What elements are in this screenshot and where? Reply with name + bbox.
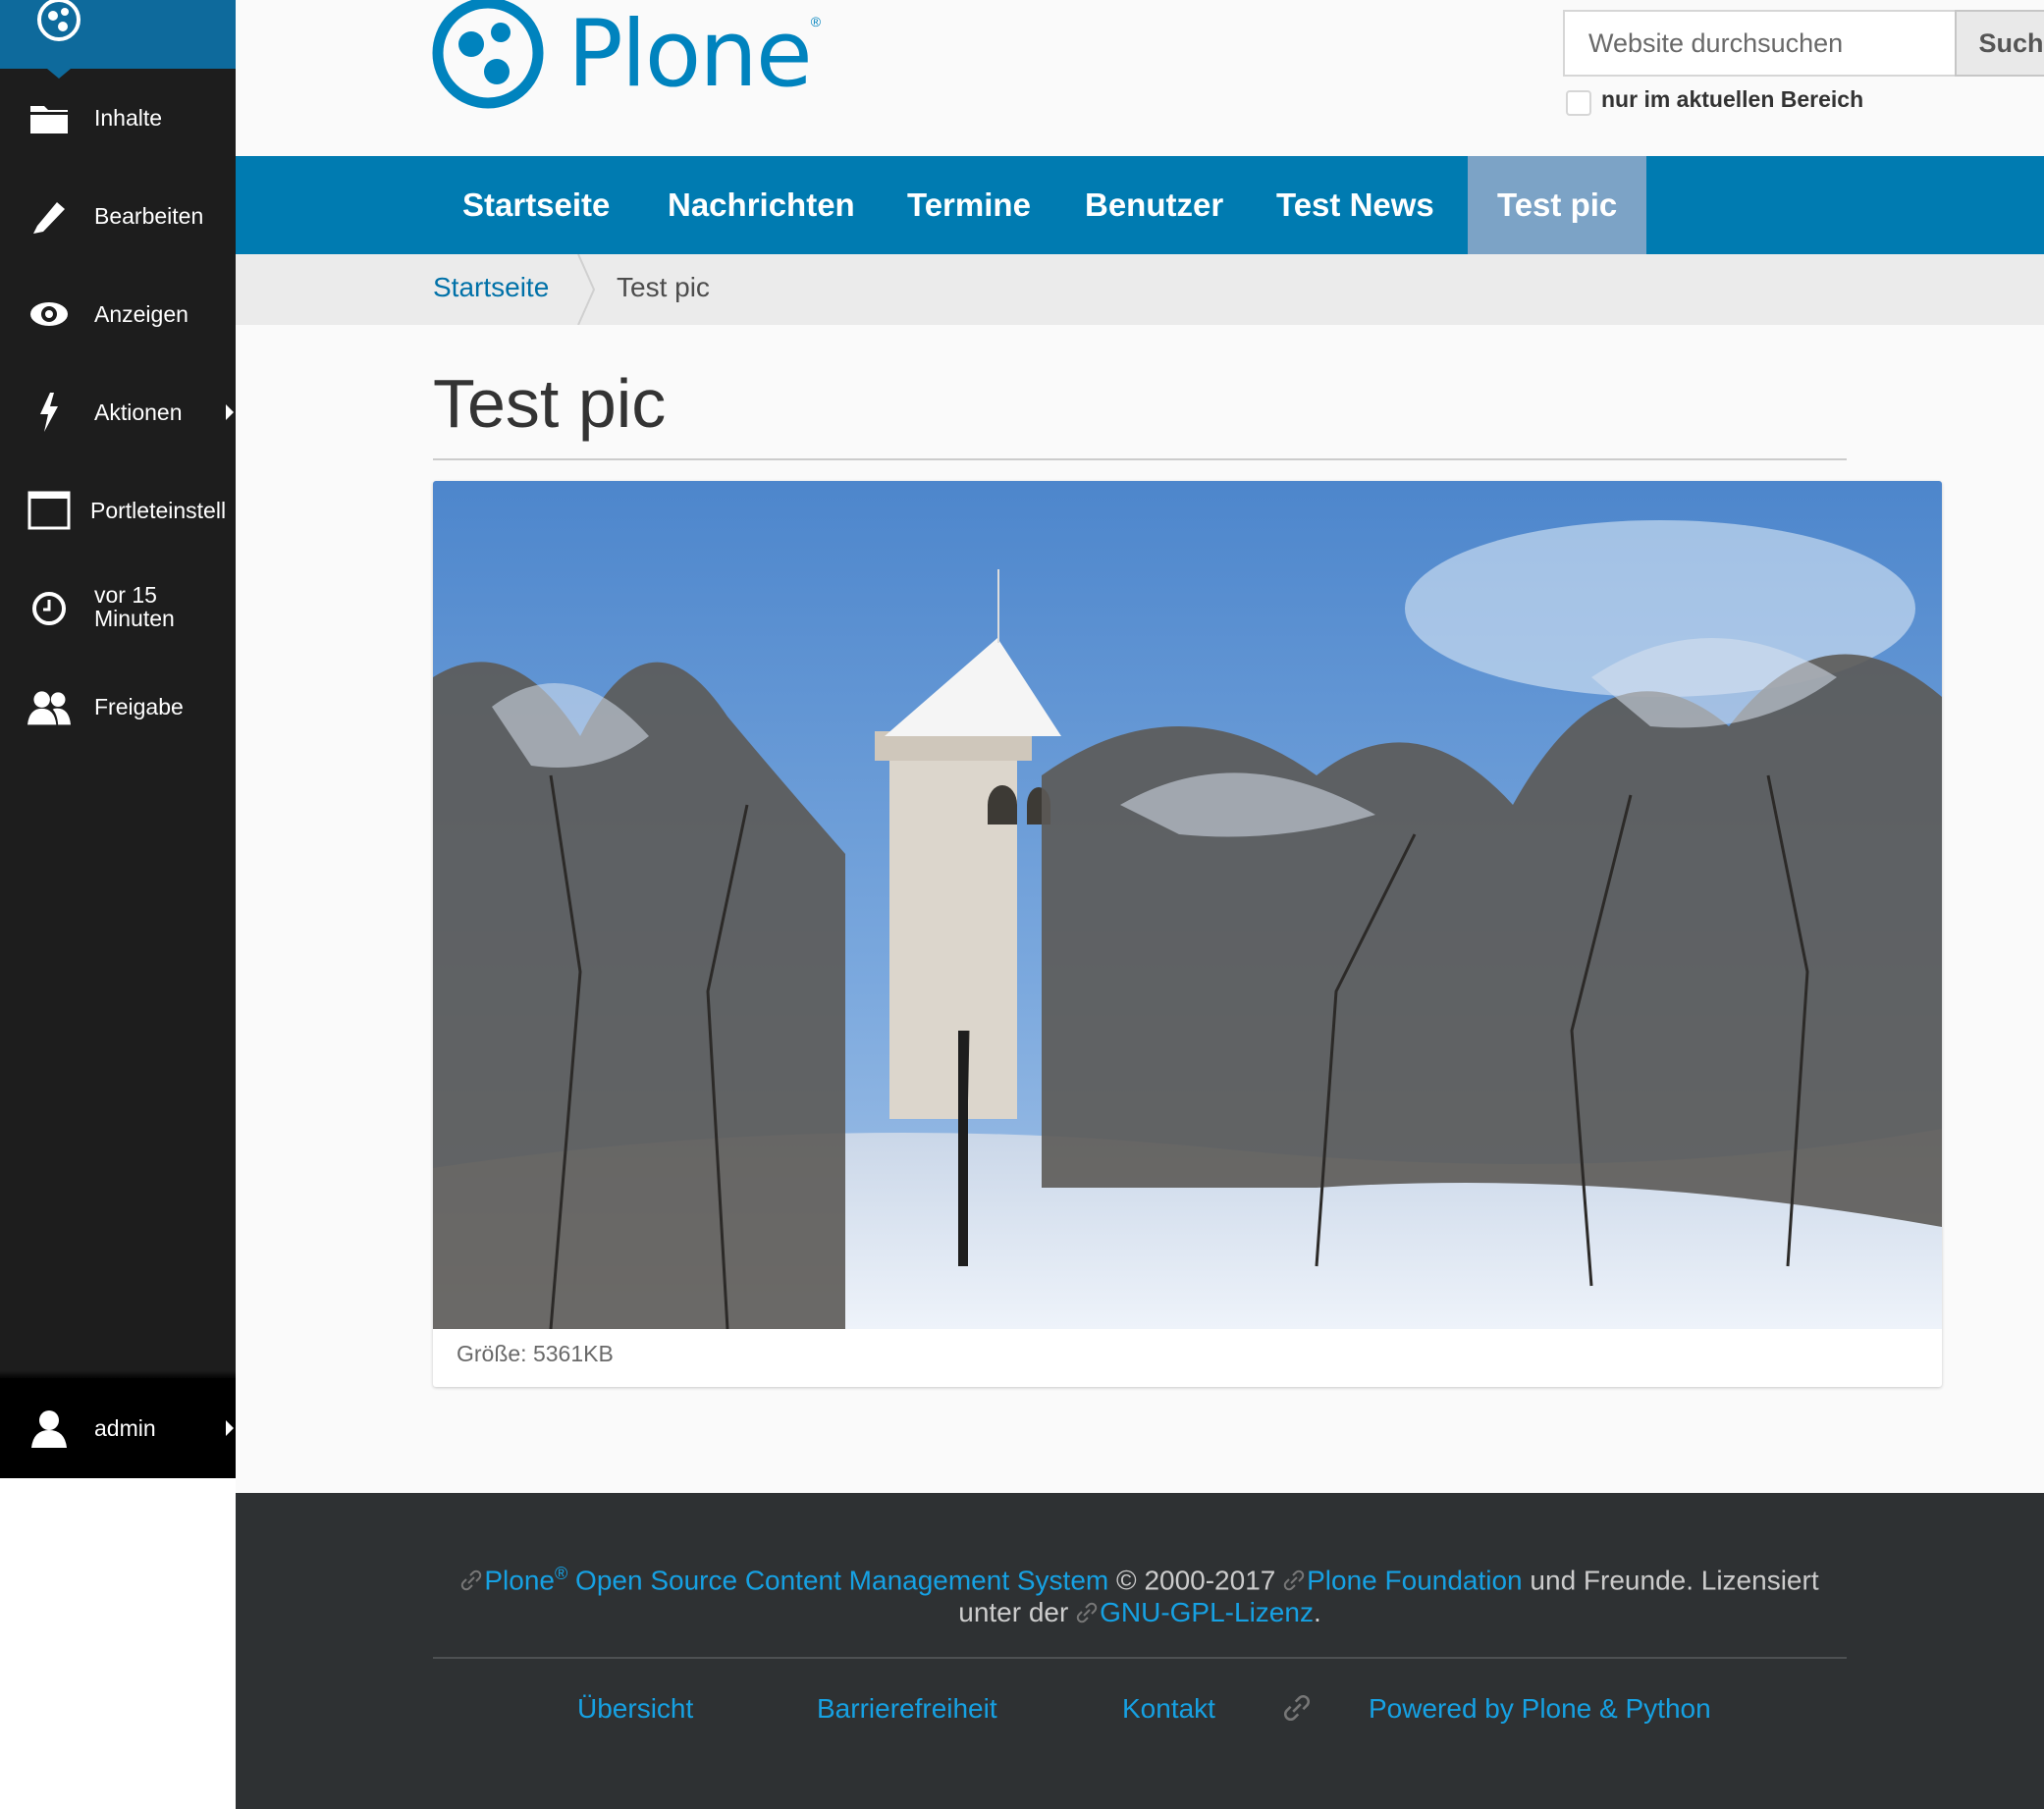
nav-item-nachrichten[interactable]: Nachrichten <box>638 156 885 254</box>
search-scope-checkbox[interactable] <box>1566 90 1591 116</box>
toolbar-label: Inhalte <box>94 104 163 131</box>
submenu-arrow-icon <box>226 404 234 420</box>
toolbar-label-line2: Minuten <box>94 606 175 631</box>
title-divider <box>433 458 1847 460</box>
nav-item-test-pic[interactable]: Test pic <box>1468 156 1647 254</box>
breadcrumb: Startseite Test pic <box>236 253 2044 326</box>
toolbar-label: Bearbeiten <box>94 202 204 229</box>
toolbar-item-edit[interactable]: Bearbeiten <box>0 167 236 265</box>
copyright-symbol: © <box>1116 1565 1137 1596</box>
logo-registered-mark: ® <box>810 14 822 29</box>
footer-link-contact[interactable]: Kontakt <box>1122 1689 1215 1729</box>
toolbar-item-view[interactable]: Anzeigen <box>0 265 236 363</box>
site-header: Plone ® Website durchsuchen Suche nur im… <box>236 0 2044 156</box>
window-icon <box>27 489 71 532</box>
toolbar-item-portlets[interactable]: Portleteinstell <box>0 461 236 559</box>
copyright-years: 2000-2017 <box>1144 1565 1276 1596</box>
link-icon <box>1076 1595 1098 1623</box>
toolbar-label: Freigabe <box>94 693 184 719</box>
footer-divider <box>433 1657 1847 1659</box>
footer-under-text: unter der <box>958 1597 1069 1627</box>
user-icon <box>27 1407 71 1450</box>
folder-icon <box>27 96 71 139</box>
toolbar-item-sharing[interactable]: Freigabe <box>0 658 236 756</box>
nav-item-test-news[interactable]: Test News <box>1247 156 1464 254</box>
link-icon <box>460 1563 482 1591</box>
image-card: Größe: 5361KB <box>433 481 1942 1387</box>
plone-logo-icon <box>432 0 544 114</box>
plone-toolbar: Inhalte Bearbeiten Anzeigen Aktionen Por… <box>0 0 236 1478</box>
toolbar-label: Portleteinstell <box>90 497 227 523</box>
search-button[interactable]: Suche <box>1955 10 2044 77</box>
toolbar-label-line1: vor 15 <box>94 582 157 608</box>
footer-link-powered-by[interactable]: Powered by Plone & Python <box>1369 1689 1711 1729</box>
toolbar-item-actions[interactable]: Aktionen <box>0 363 236 461</box>
footer-period: . <box>1313 1597 1321 1627</box>
toolbar-label: Aktionen <box>94 399 183 425</box>
breadcrumb-current: Test pic <box>617 272 710 302</box>
nav-item-benutzer[interactable]: Benutzer <box>1055 156 1253 254</box>
main-image[interactable] <box>433 481 1942 1329</box>
pencil-icon <box>27 194 71 238</box>
search-input[interactable]: Website durchsuchen <box>1563 10 1956 77</box>
users-icon <box>27 685 71 728</box>
toolbar-label: Anzeigen <box>94 300 188 327</box>
toolbar-logo-button[interactable] <box>0 0 236 79</box>
main-navigation: Startseite Nachrichten Termine Benutzer … <box>236 156 2044 254</box>
site-logo[interactable]: Plone ® <box>432 0 821 110</box>
footer-friends-text: und Freunde. Lizensiert <box>1530 1565 1819 1596</box>
breadcrumb-separator-icon <box>574 253 604 326</box>
link-icon <box>1283 1563 1305 1591</box>
toolbar-item-history[interactable]: vor 15 Minuten <box>0 559 236 658</box>
footer-link-sitemap[interactable]: Übersicht <box>577 1689 693 1729</box>
submenu-arrow-icon <box>226 1420 234 1436</box>
page-title: Test pic <box>433 365 667 442</box>
breadcrumb-home-link[interactable]: Startseite <box>433 272 549 303</box>
plone-logo-icon <box>35 0 82 48</box>
footer-link-accessibility[interactable]: Barrierefreiheit <box>817 1689 997 1729</box>
footer-license: unter der GNU-GPL-Lizenz. <box>236 1593 2044 1632</box>
toolbar-item-user[interactable]: admin <box>0 1378 236 1478</box>
link-icon <box>1283 1693 1311 1732</box>
toolbar-item-contents[interactable]: Inhalte <box>0 69 236 167</box>
plone-link[interactable]: Plone <box>484 1565 555 1595</box>
nav-item-termine[interactable]: Termine <box>878 156 1060 254</box>
license-link[interactable]: GNU-GPL-Lizenz <box>1100 1597 1314 1627</box>
image-size-info: Größe: 5361KB <box>457 1341 614 1366</box>
plone-reg: ® <box>555 1564 568 1583</box>
foundation-link[interactable]: Plone Foundation <box>1307 1565 1523 1595</box>
nav-item-startseite[interactable]: Startseite <box>433 156 639 254</box>
site-footer: Plone® Open Source Content Management Sy… <box>236 1493 2044 1809</box>
search-scope-label: nur im aktuellen Bereich <box>1601 86 1864 112</box>
logo-text: Plone <box>567 1 813 108</box>
toolbar-label: admin <box>94 1414 156 1441</box>
clock-icon <box>27 587 71 630</box>
main-content: Test pic Größe: 5361KB <box>236 325 2044 1493</box>
eye-icon <box>27 293 71 336</box>
bolt-icon <box>27 391 71 434</box>
cms-link[interactable]: Open Source Content Management System <box>575 1565 1108 1595</box>
